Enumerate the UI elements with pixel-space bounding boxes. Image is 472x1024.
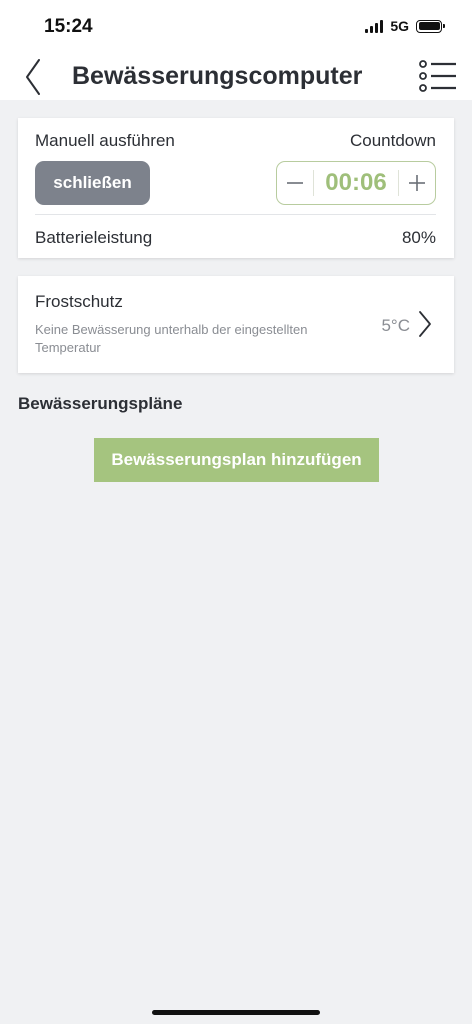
back-button[interactable] (16, 54, 50, 100)
nav-bar: Bewässerungscomputer (0, 54, 472, 100)
card-divider (35, 214, 436, 215)
frost-protection-card[interactable]: Frostschutz Keine Bewässerung unterhalb … (18, 276, 454, 373)
battery-label: Batterieleistung (35, 228, 153, 247)
countdown-value: 00:06 (325, 169, 387, 196)
battery-icon (416, 19, 445, 33)
status-time: 15:24 (44, 16, 93, 37)
chevron-right-icon (419, 311, 431, 337)
battery-value: 80% (401, 228, 436, 247)
increment-button[interactable] (399, 162, 435, 204)
plus-icon (409, 175, 425, 191)
page-title: Bewässerungscomputer (72, 62, 363, 90)
countdown-label: Countdown (349, 131, 436, 150)
manual-run-label: Manuell ausführen (35, 131, 175, 150)
back-chevron-icon (26, 59, 40, 95)
manual-run-card: Manuell ausführen Countdown schließen 00… (18, 118, 454, 258)
watering-plans-heading: Bewässerungspläne (18, 394, 183, 413)
frost-temperature-value: 5°C (381, 316, 410, 335)
status-indicators: 5G (365, 18, 445, 34)
signal-icon (365, 19, 384, 33)
minus-icon (287, 182, 303, 184)
decrement-button[interactable] (277, 162, 313, 204)
network-type: 5G (390, 18, 409, 34)
close-valve-button[interactable]: schließen (35, 161, 150, 205)
menu-list-icon (419, 60, 456, 92)
add-watering-plan-button[interactable]: Bewässerungsplan hinzufügen (94, 438, 379, 482)
frost-protection-title: Frostschutz (35, 292, 123, 311)
frost-protection-description: Keine Bewässerung unterhalb der eingeste… (35, 322, 308, 355)
status-bar: 15:24 5G (0, 0, 472, 54)
countdown-stepper: 00:06 (276, 161, 436, 205)
home-indicator[interactable] (152, 1010, 320, 1015)
menu-button[interactable] (418, 58, 458, 94)
